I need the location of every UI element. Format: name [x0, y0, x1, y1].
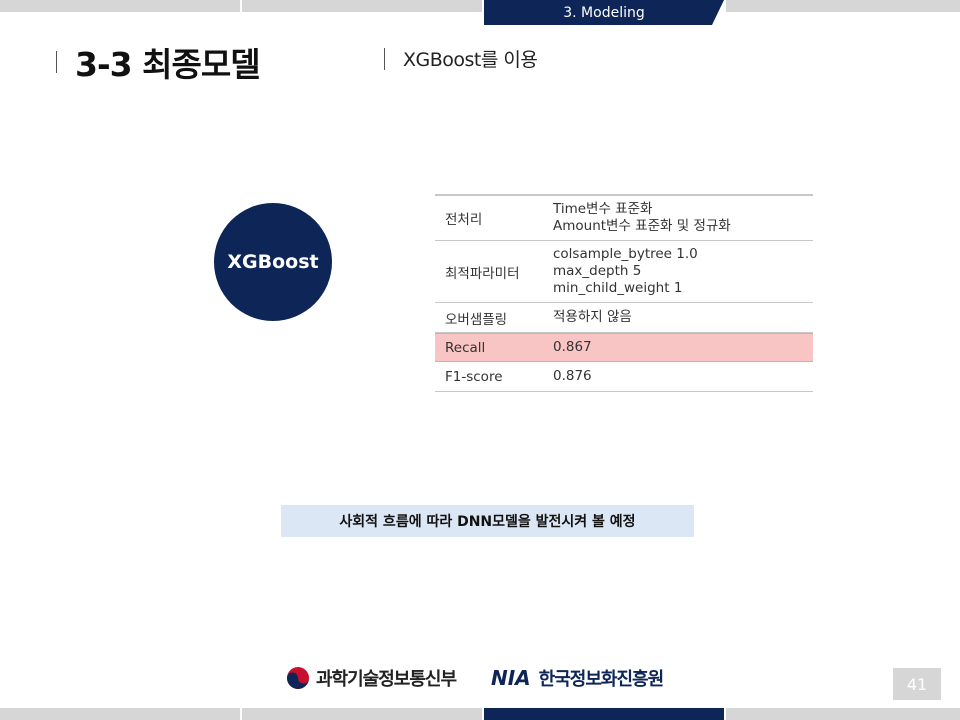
table-row-highlighted: Recall 0.867 [435, 333, 813, 362]
nia-logo-text: 한국정보화진흥원 [538, 669, 664, 690]
note-text: 사회적 흐름에 따라 DNN모델을 발전시켜 볼 예정 [339, 514, 636, 530]
bottom-bar-segment [726, 708, 960, 720]
nia-logo: NIA 한국정보화진흥원 [491, 665, 664, 691]
ministry-logo: 과학기술정보통신부 [286, 665, 457, 691]
model-badge: XGBoost [214, 203, 332, 321]
row-value-line: 0.876 [553, 368, 592, 384]
row-value-line: max_depth 5 [553, 263, 642, 279]
row-value: colsample_bytree 1.0 max_depth 5 min_chi… [553, 246, 813, 297]
table-row: 전처리 Time변수 표준화 Amount변수 표준화 및 정규화 [435, 196, 813, 241]
ministry-logo-text: 과학기술정보통신부 [316, 669, 457, 690]
taegeuk-icon [287, 667, 309, 689]
page-number: 41 [893, 668, 941, 700]
bottom-bar-segment [242, 708, 482, 720]
page-title: 3-3 최종모델 [75, 45, 261, 84]
table-row: 오버샘플링 적용하지 않음 [435, 303, 813, 333]
top-bar-segment [726, 0, 960, 12]
top-bar-segment [0, 0, 240, 12]
row-value-line: 적용하지 않음 [553, 309, 632, 325]
page-subtitle: XGBoost를 이용 [403, 49, 538, 71]
row-key: 최적파라미터 [445, 265, 520, 282]
row-key: Recall [445, 339, 486, 356]
top-bar-segment [242, 0, 482, 12]
table-row: F1-score 0.876 [435, 362, 813, 392]
row-value-line: Amount변수 표준화 및 정규화 [553, 218, 731, 234]
nia-abbr: NIA [491, 666, 531, 690]
row-value-line: 0.867 [553, 339, 592, 355]
title-divider [56, 51, 57, 73]
row-value-line: min_child_weight 1 [553, 280, 683, 296]
row-value-line: colsample_bytree 1.0 [553, 246, 698, 262]
row-value: 0.867 [553, 339, 813, 356]
row-key: 전처리 [445, 212, 483, 228]
subtitle-divider [384, 47, 385, 70]
row-key: 오버샘플링 [445, 311, 508, 328]
row-value: Time변수 표준화 Amount변수 표준화 및 정규화 [553, 201, 813, 235]
page-number-text: 41 [906, 674, 928, 694]
row-value: 적용하지 않음 [553, 309, 813, 326]
bottom-bar-segment [484, 708, 724, 720]
row-key: F1-score [445, 368, 503, 385]
section-tab: 3. Modeling [484, 0, 724, 25]
section-label: 3. Modeling [563, 4, 645, 21]
bottom-bar [0, 708, 960, 720]
subtitle-area: XGBoost를 이용 [384, 45, 538, 72]
model-badge-label: XGBoost [227, 251, 319, 273]
title-area: 3-3 최종모델 [56, 38, 261, 86]
note-box: 사회적 흐름에 따라 DNN모델을 발전시켜 볼 예정 [281, 505, 694, 537]
bottom-bar-segment [0, 708, 240, 720]
model-summary-table: 전처리 Time변수 표준화 Amount변수 표준화 및 정규화 최적파라미터… [435, 194, 813, 392]
row-value: 0.876 [553, 368, 813, 385]
row-value-line: Time변수 표준화 [553, 201, 653, 217]
table-row: 최적파라미터 colsample_bytree 1.0 max_depth 5 … [435, 241, 813, 303]
top-bar [0, 0, 960, 12]
